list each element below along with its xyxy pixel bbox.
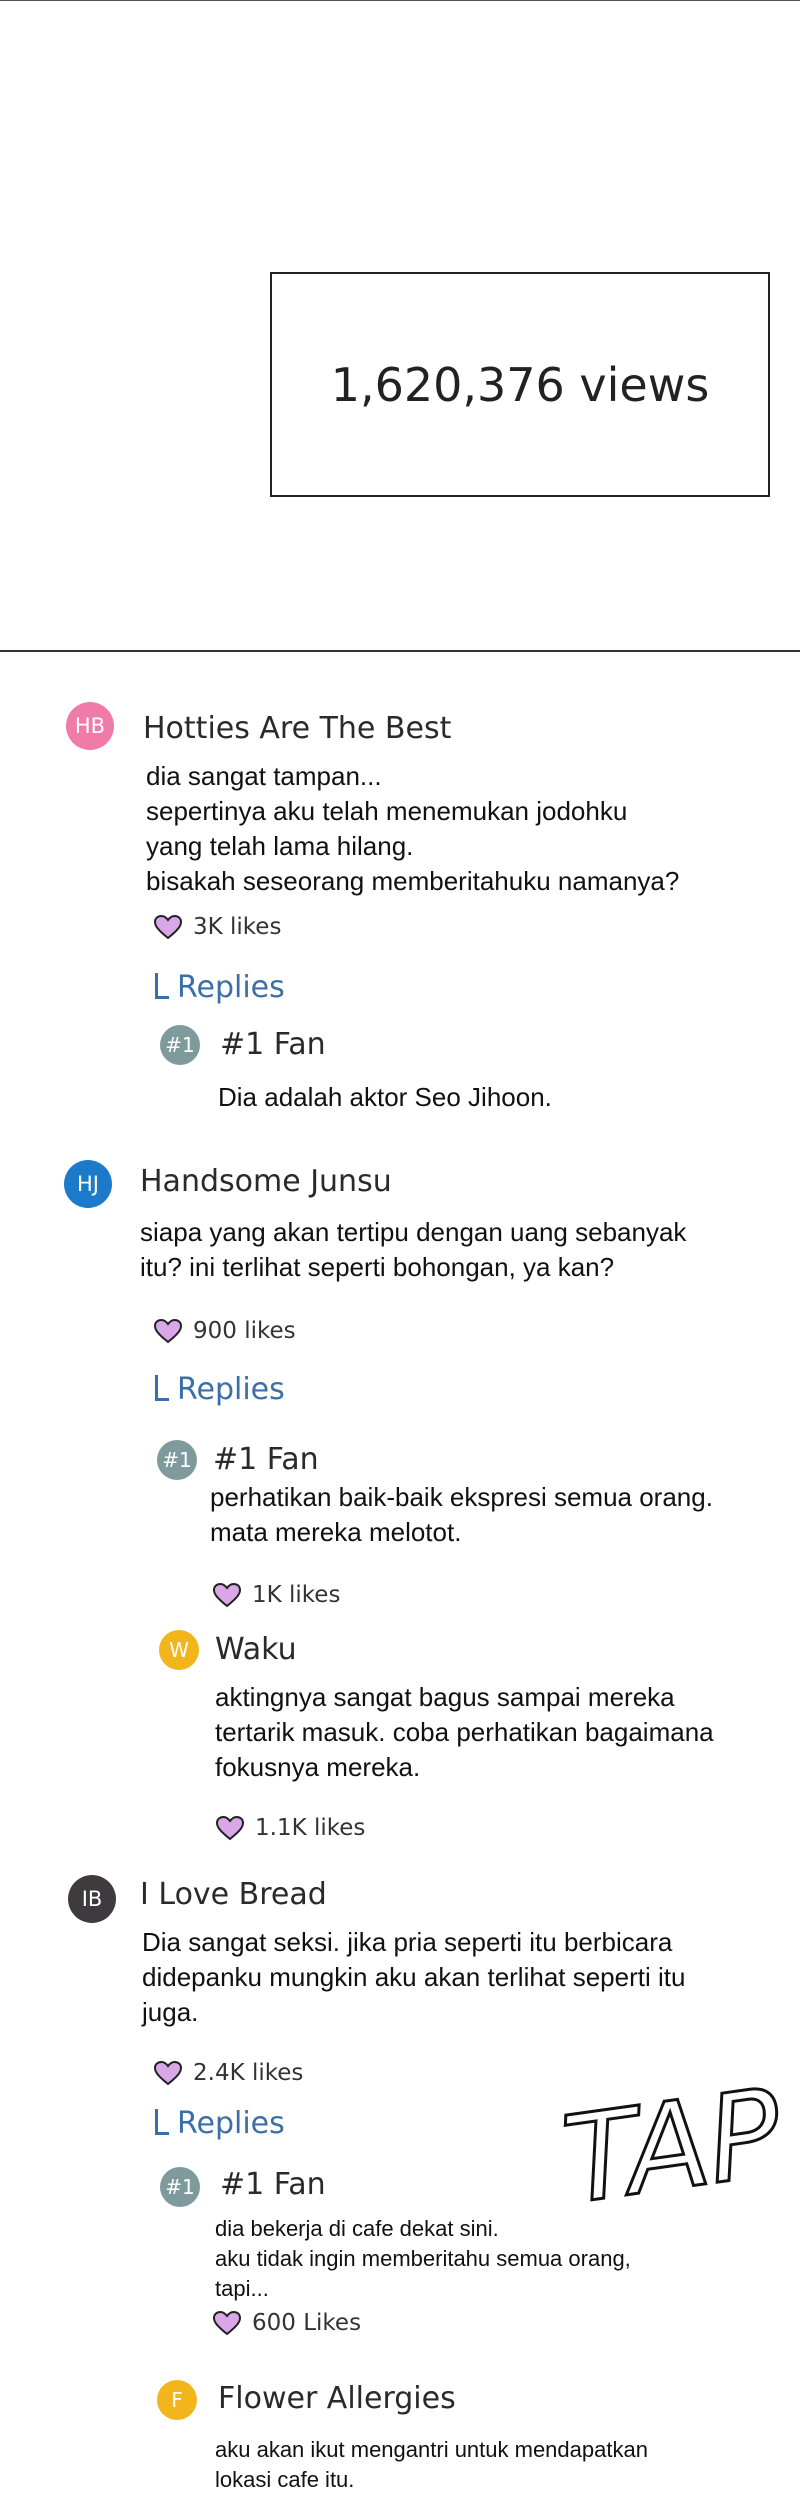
like-count: 1K likes bbox=[252, 1582, 341, 1608]
top-divider bbox=[0, 0, 800, 1]
heart-icon bbox=[153, 1318, 183, 1344]
replies-toggle[interactable]: Replies bbox=[155, 970, 285, 1005]
avatar[interactable]: HB bbox=[66, 702, 114, 750]
like-count: 2.4K likes bbox=[193, 2060, 304, 2086]
replies-label: Replies bbox=[177, 970, 285, 1005]
comment-author[interactable]: I Love Bread bbox=[140, 1877, 327, 1912]
comment-author[interactable]: Hotties Are The Best bbox=[143, 711, 451, 746]
like-count: 600 Likes bbox=[252, 2310, 362, 2336]
like-count: 1.1K likes bbox=[255, 1815, 366, 1841]
reply-corner-icon bbox=[155, 1375, 169, 1401]
reply-body: aku akan ikut mengantri untuk mendapatka… bbox=[215, 2437, 648, 2492]
like-button[interactable]: 3K likes bbox=[153, 914, 281, 940]
like-button[interactable]: 1.1K likes bbox=[215, 1815, 365, 1841]
avatar[interactable]: F bbox=[157, 2380, 197, 2420]
reply-body: dia bekerja di cafe dekat sini. aku tida… bbox=[215, 2216, 631, 2301]
reply-author[interactable]: #1 Fan bbox=[220, 1027, 326, 1062]
reply-author[interactable]: #1 Fan bbox=[213, 1442, 319, 1477]
reply-author[interactable]: Waku bbox=[215, 1632, 297, 1667]
avatar[interactable]: HJ bbox=[64, 1160, 112, 1208]
reply-body: perhatikan baik-baik ekspresi semua oran… bbox=[210, 1482, 713, 1547]
reply-corner-icon bbox=[155, 973, 169, 999]
svg-text:TAP: TAP bbox=[556, 2064, 791, 2220]
view-count: 1,620,376 views bbox=[330, 357, 710, 412]
avatar[interactable]: #1 bbox=[160, 1025, 200, 1065]
comment-body: Dia sangat seksi. jika pria seperti itu … bbox=[142, 1927, 686, 2027]
comment-author[interactable]: Handsome Junsu bbox=[140, 1164, 392, 1199]
like-button[interactable]: 600 Likes bbox=[212, 2310, 361, 2336]
reply-corner-icon bbox=[155, 2109, 169, 2135]
tap-sound-effect: TAP bbox=[554, 2062, 792, 2220]
section-divider bbox=[0, 650, 800, 652]
replies-toggle[interactable]: Replies bbox=[155, 1372, 285, 1407]
like-count: 3K likes bbox=[193, 914, 282, 940]
like-button[interactable]: 1K likes bbox=[212, 1582, 340, 1608]
reply-author[interactable]: Flower Allergies bbox=[218, 2381, 456, 2416]
reply-body: Dia adalah aktor Seo Jihoon. bbox=[218, 1082, 552, 1112]
like-button[interactable]: 900 likes bbox=[153, 1318, 296, 1344]
reply-body: aktingnya sangat bagus sampai mereka ter… bbox=[215, 1682, 714, 1782]
view-count-box: 1,620,376 views bbox=[270, 272, 770, 497]
comment-body: siapa yang akan tertipu dengan uang seba… bbox=[140, 1217, 687, 1282]
avatar[interactable]: #1 bbox=[157, 1440, 197, 1480]
heart-icon bbox=[153, 914, 183, 940]
replies-label: Replies bbox=[177, 2106, 285, 2141]
replies-label: Replies bbox=[177, 1372, 285, 1407]
avatar[interactable]: W bbox=[159, 1630, 199, 1670]
heart-icon bbox=[215, 1815, 245, 1841]
heart-icon bbox=[212, 2310, 242, 2336]
avatar[interactable]: IB bbox=[68, 1875, 116, 1923]
heart-icon bbox=[153, 2060, 183, 2086]
reply-author[interactable]: #1 Fan bbox=[220, 2167, 326, 2202]
like-button[interactable]: 2.4K likes bbox=[153, 2060, 303, 2086]
replies-toggle[interactable]: Replies bbox=[155, 2106, 285, 2141]
like-count: 900 likes bbox=[193, 1318, 296, 1344]
comment-body: dia sangat tampan... sepertinya aku tela… bbox=[146, 761, 680, 896]
heart-icon bbox=[212, 1582, 242, 1608]
avatar[interactable]: #1 bbox=[160, 2167, 200, 2207]
